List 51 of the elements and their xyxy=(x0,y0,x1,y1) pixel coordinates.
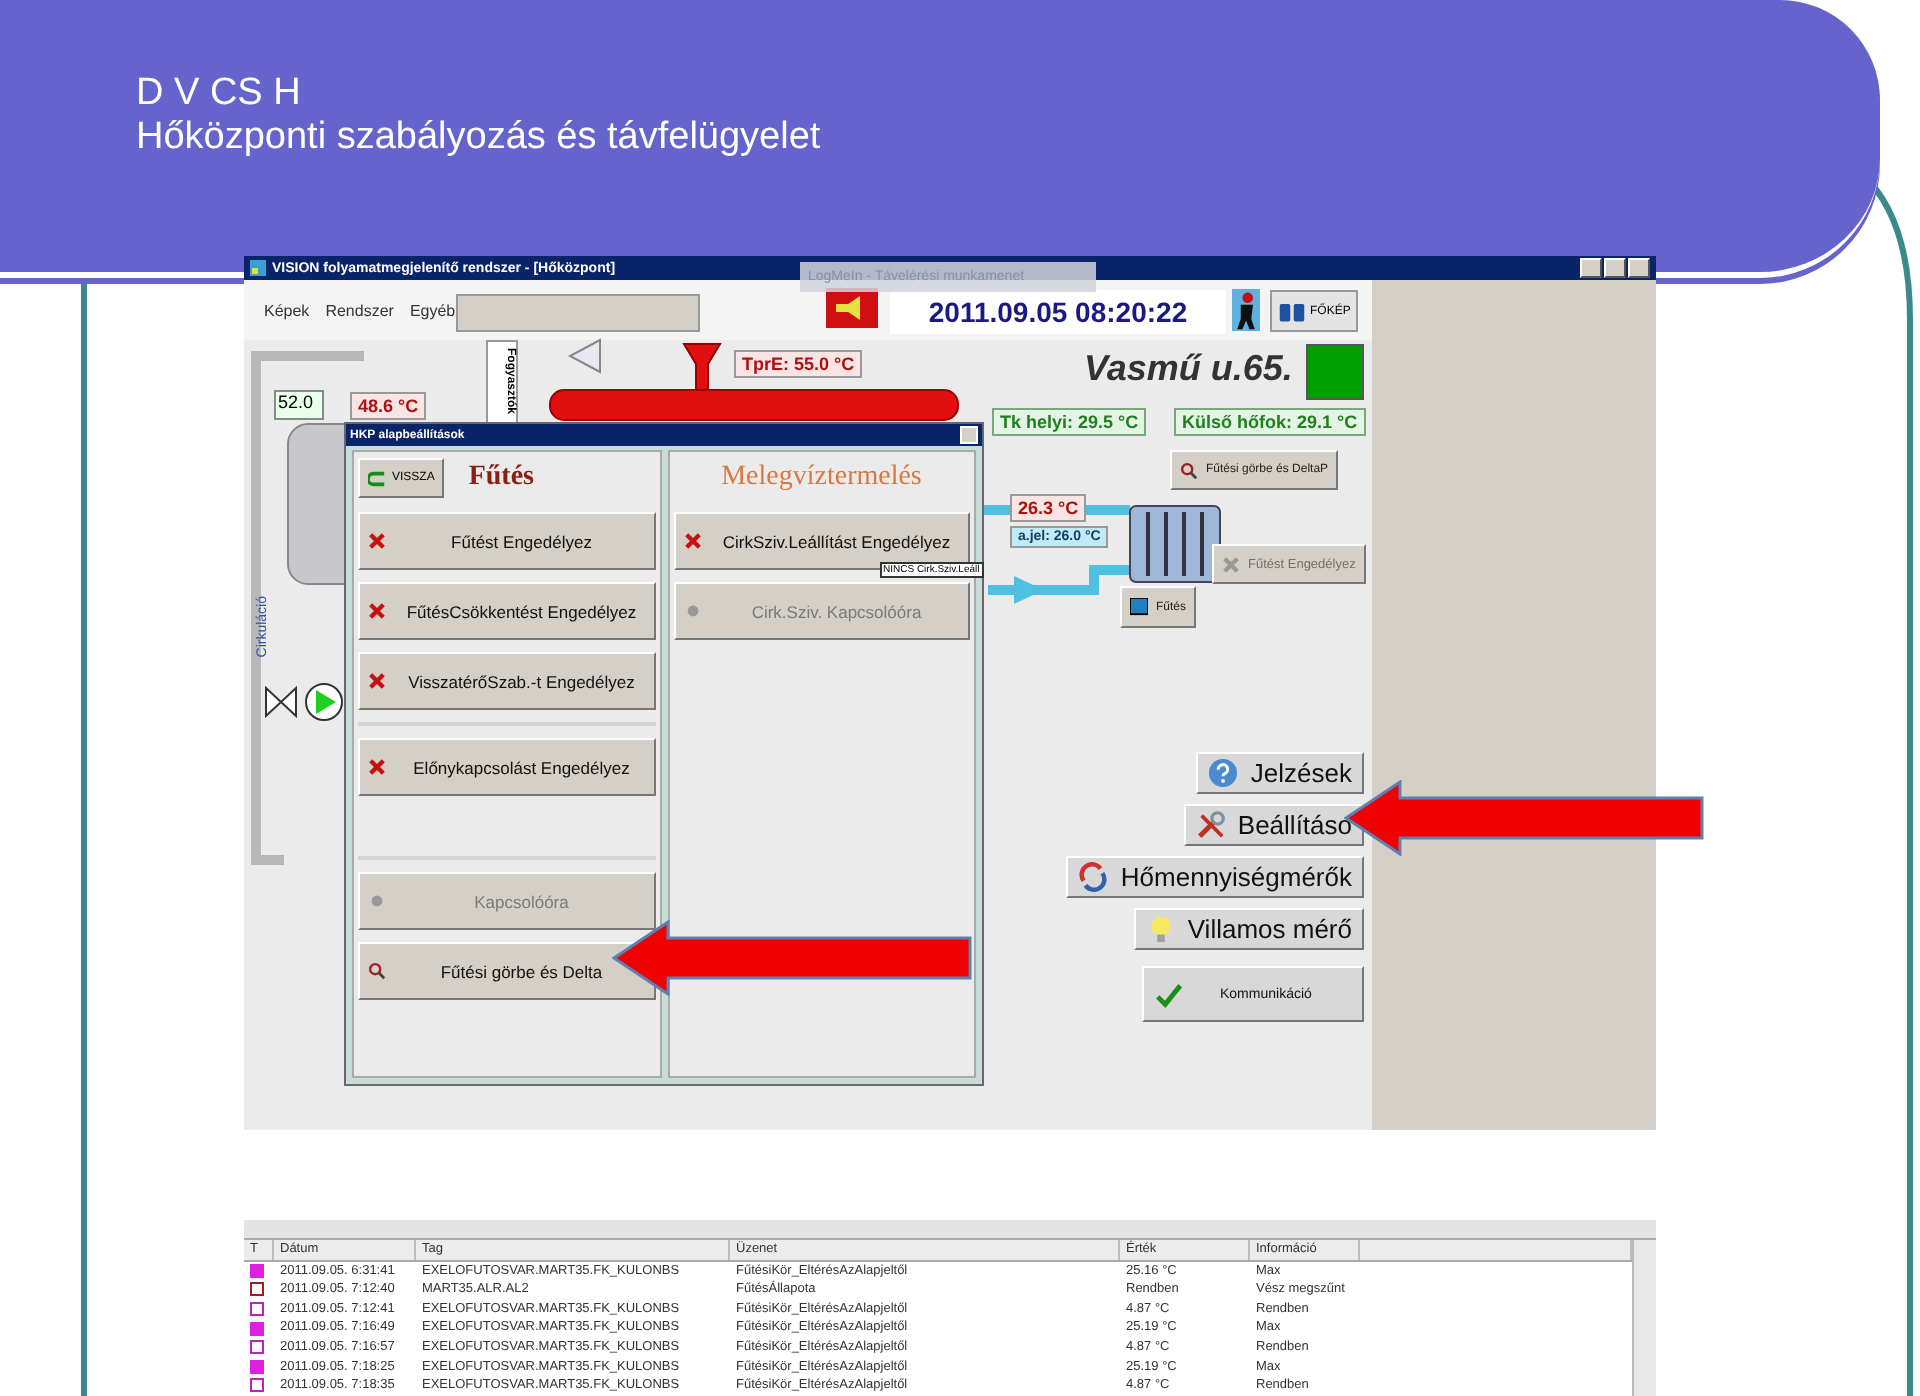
cross-icon xyxy=(368,758,386,776)
app-icon xyxy=(250,260,266,276)
tools-icon xyxy=(1195,810,1226,840)
navigation-button[interactable]: Beállításo xyxy=(1183,804,1364,846)
option-button[interactable]: Előnykapcsolást Engedélyez xyxy=(358,738,655,796)
cycle-arrows-icon xyxy=(1078,862,1109,892)
slide-title: D V CS H xyxy=(136,72,303,116)
cross-icon xyxy=(368,532,386,550)
magnifier-icon xyxy=(1180,461,1198,479)
vertical-scrollbar[interactable] xyxy=(1632,1240,1656,1396)
tank-temperature: 48.6 °C xyxy=(350,392,427,420)
menu-item[interactable]: Rendszer xyxy=(325,301,394,319)
dot-icon xyxy=(368,892,386,910)
navigation-button[interactable]: Jelzések xyxy=(1196,752,1364,794)
option-button[interactable]: FűtésCsökkentést Engedélyez xyxy=(358,582,655,640)
slide-title: Hőközponti szabályozás és távfelügyelet xyxy=(136,116,823,160)
pump-icon xyxy=(305,683,343,721)
binoculars-icon xyxy=(1278,300,1306,322)
monitor-icon xyxy=(1130,598,1148,616)
date-time: 2011.09.05 08:20:22 xyxy=(890,290,1226,334)
option-button[interactable]: VisszatérőSzab.-t Engedélyez xyxy=(358,652,655,710)
magnifier-icon xyxy=(368,962,386,980)
horizontal-scrollbar[interactable] xyxy=(244,1220,1656,1240)
radiator-icon xyxy=(1129,505,1221,583)
menu-item[interactable]: Egyéb xyxy=(409,301,456,319)
site-name: Vasmű u.65. xyxy=(1084,348,1293,390)
flow-temperature: 26.3 °C xyxy=(1010,494,1087,522)
outdoor-temperature: Külső hőfok: 29.1 °C xyxy=(1174,408,1366,436)
supply-temperature: TprE: 55.0 °C xyxy=(734,350,863,378)
option-button[interactable]: Fűtési görbe és Delta xyxy=(358,942,655,1000)
restore-button[interactable] xyxy=(1604,258,1626,278)
local-temperature: Tk helyi: 29.5 °C xyxy=(992,408,1147,436)
panel-title: Fűtés xyxy=(468,462,535,494)
dot-icon xyxy=(683,602,701,620)
person-icon[interactable] xyxy=(1232,288,1260,332)
valve-icon xyxy=(265,685,297,719)
cross-icon xyxy=(368,672,386,690)
close-button[interactable] xyxy=(1628,258,1650,278)
cross-icon xyxy=(1222,555,1240,573)
help-icon xyxy=(1208,758,1239,788)
panel-title: Melegvíztermelés xyxy=(721,462,922,494)
minimize-button[interactable] xyxy=(1580,258,1602,278)
check-icon xyxy=(1154,979,1184,1009)
cross-icon xyxy=(368,602,386,620)
navigation-button[interactable]: Villamos mérő xyxy=(1133,908,1364,950)
menu-item[interactable]: Képek xyxy=(264,301,310,319)
navigation-button[interactable]: Hőmennyiségmérők xyxy=(1066,856,1364,898)
option-button[interactable]: Fűtést Engedélyez xyxy=(358,512,655,570)
speaker-icon[interactable] xyxy=(826,288,878,328)
cross-icon xyxy=(683,532,701,550)
setpoint-input[interactable]: 52.0 xyxy=(274,390,324,420)
